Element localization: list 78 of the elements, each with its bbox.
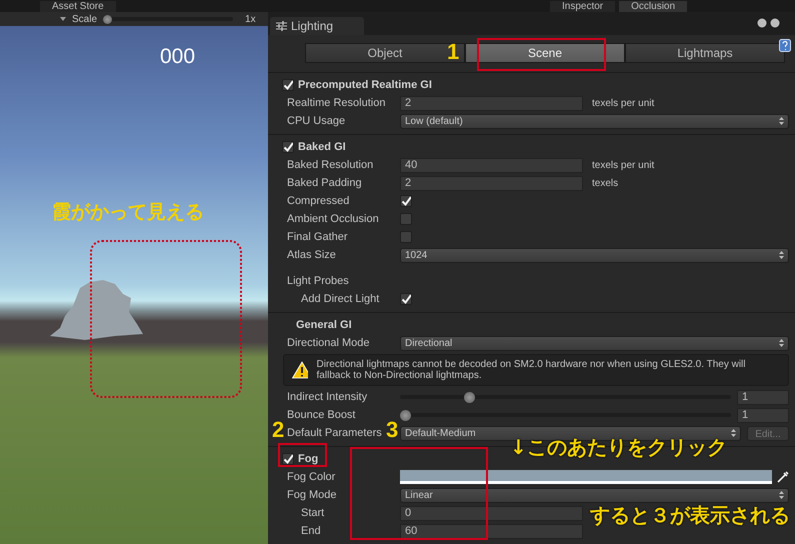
panel-title: Lighting	[291, 18, 334, 35]
checkbox[interactable]	[282, 79, 294, 91]
annotation-text: すると３が表示される	[590, 502, 790, 528]
caret-icon	[779, 339, 784, 347]
sliders-icon	[276, 21, 287, 31]
field-label: Fog Color	[287, 470, 336, 483]
section-title: General GI	[296, 318, 352, 333]
step-number: 3	[386, 418, 398, 442]
field-label: Baked Padding	[287, 176, 362, 189]
field-label: Start	[301, 506, 324, 519]
step-number: 2	[272, 418, 284, 442]
slider-thumb[interactable]	[400, 410, 411, 420]
checkbox[interactable]	[400, 195, 412, 207]
number-field[interactable]: 1	[737, 390, 789, 404]
mode-tab[interactable]: Scene	[465, 43, 625, 63]
field-label: Realtime Resolution	[287, 96, 386, 109]
caret-icon	[731, 429, 736, 437]
warning-icon	[292, 361, 308, 379]
text-field[interactable]: 0	[400, 506, 583, 520]
section-title: Precomputed Realtime GI	[298, 78, 432, 93]
scale-value: 1x	[245, 12, 256, 26]
editor-tab[interactable]: Asset Store	[40, 1, 116, 12]
field-label: Ambient Occlusion	[287, 212, 379, 225]
step-number: 1	[447, 40, 460, 64]
section-title: Baked GI	[298, 140, 346, 155]
caret-icon	[779, 251, 784, 259]
field-label: Final Gather	[287, 230, 348, 243]
text-field[interactable]: 2	[400, 176, 583, 190]
unit-label: texels	[592, 176, 618, 190]
text-field[interactable]: 2	[400, 96, 583, 110]
editor-tab[interactable]: Inspector	[550, 0, 616, 12]
dropdown[interactable]: 1024	[400, 248, 789, 262]
field-label: Fog Mode	[287, 488, 337, 501]
field-label: Add Direct Light	[301, 292, 380, 305]
field-label: Default Parameters	[287, 426, 382, 439]
checkbox[interactable]	[282, 141, 294, 153]
scale-slider[interactable]	[103, 14, 234, 24]
dropdown[interactable]: Low (default)	[400, 114, 789, 128]
field-label: CPU Usage	[287, 114, 346, 127]
mode-tab[interactable]: Lightmaps	[625, 43, 785, 63]
score-text: 000	[160, 44, 196, 70]
unit-label: texels per unit	[592, 158, 654, 172]
field-label: Compressed	[287, 194, 350, 207]
unit-label: texels per unit	[592, 96, 654, 110]
field-label: Baked Resolution	[287, 158, 374, 171]
dropdown[interactable]: Directional	[400, 336, 789, 350]
checkbox[interactable]	[400, 231, 412, 243]
slider[interactable]	[400, 410, 731, 420]
dropdown[interactable]: Linear	[400, 488, 789, 502]
field-label: Atlas Size	[287, 248, 336, 261]
annotation-text: 霞がかって見える	[52, 200, 204, 225]
panel-tab[interactable]: Lighting	[270, 17, 364, 35]
slider[interactable]	[400, 392, 731, 402]
field-label: End	[301, 524, 321, 537]
slider-thumb[interactable]	[464, 392, 475, 402]
number-field[interactable]: 1	[737, 408, 789, 422]
field-label: Indirect Intensity	[287, 390, 368, 403]
field-label: Light Probes	[287, 274, 349, 287]
caret-icon	[779, 117, 784, 125]
text-field[interactable]: 40	[400, 158, 583, 172]
color-field[interactable]	[400, 470, 772, 484]
slider-thumb[interactable]	[103, 14, 112, 24]
checkbox[interactable]	[400, 293, 412, 305]
caret-icon	[779, 491, 784, 499]
warning-text: Directional lightmaps cannot be decoded on SM2.0 hardware nor when using GLES2.0. They will fallback to Non-Directional lightmaps.	[316, 359, 746, 381]
field-label: Directional Mode	[287, 336, 370, 349]
caret-icon[interactable]	[60, 17, 66, 21]
checkbox[interactable]	[282, 453, 294, 465]
section-title: Fog	[298, 452, 318, 467]
eyedropper-icon[interactable]	[777, 471, 789, 483]
checkbox[interactable]	[400, 213, 412, 225]
highlight-frame	[278, 443, 327, 467]
scale-label: Scale	[72, 12, 98, 26]
text-field[interactable]: 60	[400, 524, 583, 538]
window-dots-icon[interactable]	[757, 18, 781, 28]
field-label: Bounce Boost	[287, 408, 356, 421]
help-icon[interactable]	[779, 39, 791, 52]
editor-tab[interactable]: Occlusion	[619, 0, 688, 12]
